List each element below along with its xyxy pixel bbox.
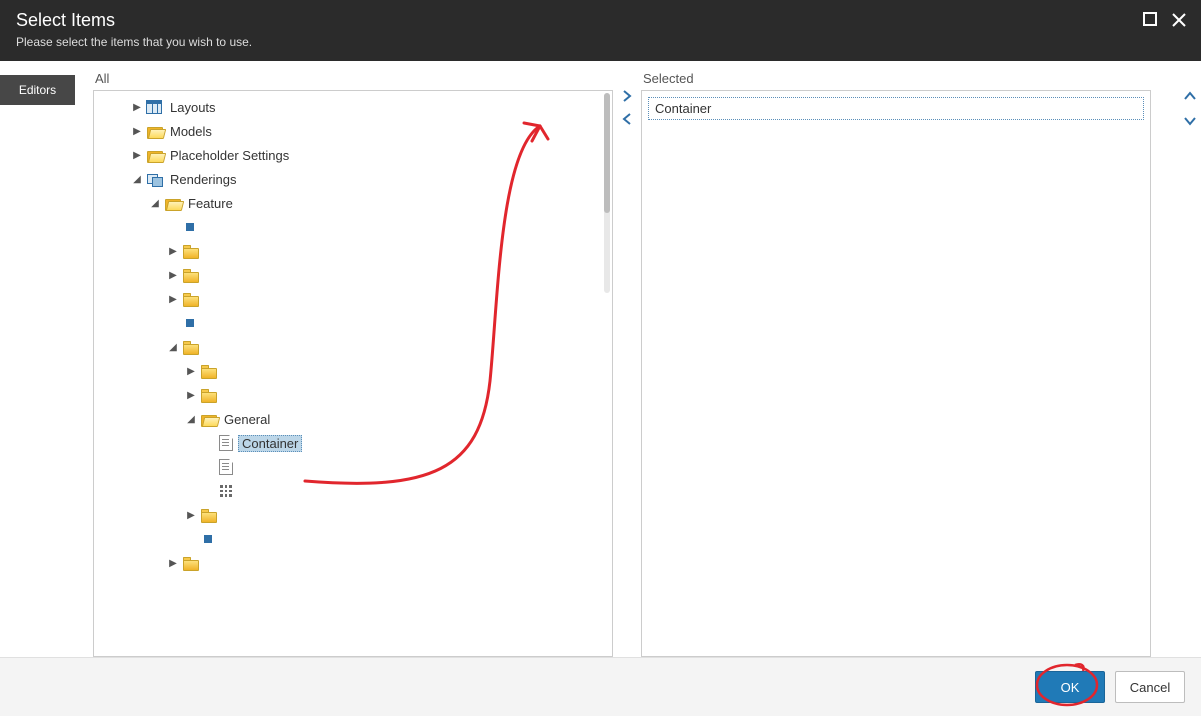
tree-node[interactable] bbox=[94, 527, 612, 551]
all-tree-box[interactable]: ▶ Layouts ▶ Models bbox=[93, 90, 613, 657]
folder-icon bbox=[146, 123, 162, 139]
expand-toggle[interactable]: ▶ bbox=[130, 102, 144, 113]
folder-icon bbox=[182, 555, 198, 571]
remove-button[interactable] bbox=[620, 112, 634, 129]
item-icon bbox=[182, 219, 198, 235]
renderings-icon bbox=[146, 171, 162, 187]
tree-label: Layouts bbox=[166, 99, 220, 116]
sort-controls bbox=[1179, 61, 1201, 657]
tree-node[interactable] bbox=[94, 311, 612, 335]
expand-toggle[interactable]: ▶ bbox=[130, 126, 144, 137]
chevron-down-icon bbox=[1183, 114, 1197, 128]
collapse-toggle[interactable]: ◢ bbox=[148, 198, 162, 209]
item-icon bbox=[182, 315, 198, 331]
folder-icon bbox=[164, 195, 180, 211]
maximize-button[interactable] bbox=[1143, 12, 1157, 32]
folder-icon bbox=[182, 267, 198, 283]
chevron-right-icon bbox=[620, 89, 634, 103]
tree-label: General bbox=[220, 411, 274, 428]
folder-icon bbox=[200, 387, 216, 403]
tree-label: Renderings bbox=[166, 171, 241, 188]
selected-title: Selected bbox=[641, 61, 1151, 90]
dialog-body: Editors All ▶ Layouts bbox=[0, 61, 1201, 657]
move-up-button[interactable] bbox=[1183, 89, 1197, 106]
tree-node[interactable] bbox=[94, 455, 612, 479]
folder-icon bbox=[182, 291, 198, 307]
tree-node-feature[interactable]: ◢ Feature bbox=[94, 191, 612, 215]
folder-icon bbox=[200, 411, 216, 427]
collapse-toggle[interactable]: ◢ bbox=[166, 342, 180, 353]
tree-node[interactable]: ▶ bbox=[94, 287, 612, 311]
folder-icon bbox=[182, 243, 198, 259]
selected-item[interactable]: Container bbox=[648, 97, 1144, 120]
all-column: All ▶ Layouts ▶ bbox=[93, 61, 613, 657]
expand-toggle[interactable]: ▶ bbox=[184, 366, 198, 377]
item-icon bbox=[200, 531, 216, 547]
collapse-toggle[interactable]: ◢ bbox=[130, 174, 144, 185]
tree-node-models[interactable]: ▶ Models bbox=[94, 119, 612, 143]
expand-toggle[interactable]: ▶ bbox=[166, 558, 180, 569]
tree-node[interactable] bbox=[94, 215, 612, 239]
collapse-toggle[interactable]: ◢ bbox=[184, 414, 198, 425]
grid-icon bbox=[218, 483, 234, 499]
select-items-dialog: Select Items Please select the items tha… bbox=[0, 0, 1201, 716]
tree-node-general[interactable]: ◢ General bbox=[94, 407, 612, 431]
expand-toggle[interactable]: ▶ bbox=[184, 390, 198, 401]
tree-node[interactable]: ▶ bbox=[94, 551, 612, 575]
move-down-button[interactable] bbox=[1183, 114, 1197, 131]
document-icon bbox=[218, 435, 234, 451]
tab-editors[interactable]: Editors bbox=[0, 75, 75, 105]
ok-button[interactable]: OK bbox=[1035, 671, 1105, 703]
transfer-controls bbox=[613, 61, 641, 657]
tree-label: Feature bbox=[184, 195, 237, 212]
tree-label: Models bbox=[166, 123, 216, 140]
tree-node-renderings[interactable]: ◢ Renderings bbox=[94, 167, 612, 191]
folder-icon bbox=[200, 507, 216, 523]
tree-node[interactable]: ▶ bbox=[94, 503, 612, 527]
expand-toggle[interactable]: ▶ bbox=[166, 246, 180, 257]
dialog-header: Select Items Please select the items tha… bbox=[0, 0, 1201, 61]
expand-toggle[interactable]: ▶ bbox=[166, 294, 180, 305]
folder-icon bbox=[146, 147, 162, 163]
square-icon bbox=[1143, 12, 1157, 26]
chevron-up-icon bbox=[1183, 89, 1197, 103]
all-title: All bbox=[93, 61, 613, 90]
tree-node-layouts[interactable]: ▶ Layouts bbox=[94, 95, 612, 119]
selected-list-box[interactable]: Container bbox=[641, 90, 1151, 657]
item-tree: ▶ Layouts ▶ Models bbox=[94, 91, 612, 583]
side-tabs: Editors bbox=[0, 61, 75, 657]
tree-node[interactable]: ▶ bbox=[94, 383, 612, 407]
scrollbar-thumb[interactable] bbox=[604, 93, 610, 213]
panels: All ▶ Layouts ▶ bbox=[75, 61, 1201, 657]
tree-label: Placeholder Settings bbox=[166, 147, 293, 164]
add-button[interactable] bbox=[620, 89, 634, 106]
tree-node[interactable]: ▶ bbox=[94, 263, 612, 287]
dialog-subtitle: Please select the items that you wish to… bbox=[16, 35, 1185, 49]
expand-toggle[interactable]: ▶ bbox=[130, 150, 144, 161]
folder-icon bbox=[182, 339, 198, 355]
tree-node[interactable]: ◢ bbox=[94, 335, 612, 359]
selected-column: Selected Container bbox=[641, 61, 1151, 657]
close-button[interactable] bbox=[1171, 12, 1187, 32]
tree-node-placeholder-settings[interactable]: ▶ Placeholder Settings bbox=[94, 143, 612, 167]
layouts-icon bbox=[146, 99, 162, 115]
close-icon bbox=[1171, 12, 1187, 28]
chevron-left-icon bbox=[620, 112, 634, 126]
tree-node-container[interactable]: Container bbox=[94, 431, 612, 455]
folder-icon bbox=[200, 363, 216, 379]
expand-toggle[interactable]: ▶ bbox=[184, 510, 198, 521]
tree-node[interactable]: ▶ bbox=[94, 359, 612, 383]
document-icon bbox=[218, 459, 234, 475]
dialog-footer: OK Cancel bbox=[0, 657, 1201, 716]
cancel-button[interactable]: Cancel bbox=[1115, 671, 1185, 703]
expand-toggle[interactable]: ▶ bbox=[166, 270, 180, 281]
tree-node[interactable] bbox=[94, 479, 612, 503]
dialog-title: Select Items bbox=[16, 10, 1185, 31]
tree-node[interactable]: ▶ bbox=[94, 239, 612, 263]
tree-label: Container bbox=[238, 435, 302, 452]
